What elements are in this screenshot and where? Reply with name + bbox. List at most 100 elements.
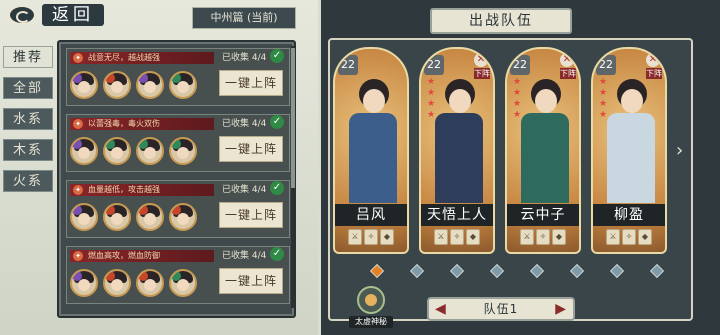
element-icon: ✦ — [73, 53, 83, 63]
equipment-slot[interactable]: ◆ — [380, 229, 394, 245]
element-icon: ✦ — [73, 251, 83, 261]
chapter-selector[interactable]: 中州篇 (当前) — [192, 7, 296, 29]
avatar[interactable]: ★★★★ — [70, 137, 98, 165]
lineup-group: ✦燃血高攻，燃血防御 已收集 4/4 ✓ ★★★★ ★★★★ ★★★★ ★★★★… — [66, 246, 290, 304]
slot-indicator[interactable] — [369, 263, 385, 279]
hero-level: 22 — [338, 55, 358, 75]
team-selector[interactable]: ◀ 队伍1 ▶ — [427, 297, 575, 321]
arrow-left-icon[interactable]: ◀ — [435, 299, 447, 319]
avatar[interactable]: ★★★★ — [136, 269, 164, 297]
avatar-row: ★★★★ ★★★★ ★★★★ ★★★★ — [70, 199, 202, 235]
tab-recommend[interactable]: 推荐 — [3, 46, 53, 68]
equipment-slot[interactable]: ⚔ — [434, 229, 448, 245]
back-button[interactable]: 返回 — [8, 3, 108, 27]
equipment-slot[interactable]: ⚔ — [520, 229, 534, 245]
hero-card[interactable]: 22 吕风 ⚔ ✧ ◆ — [333, 47, 409, 254]
check-icon: ✓ — [270, 115, 284, 129]
hero-portrait — [433, 79, 485, 203]
tab-wood[interactable]: 木系 — [3, 139, 53, 161]
equipment-slot[interactable]: ⚔ — [606, 229, 620, 245]
hero-level: 22 — [424, 55, 444, 75]
collect-count: 已收集 4/4 — [222, 251, 267, 261]
avatar[interactable]: ★★★★ — [70, 71, 98, 99]
tab-fire[interactable]: 火系 — [3, 170, 53, 192]
close-icon: ✕ — [560, 53, 574, 67]
hero-name: 天悟上人 — [421, 204, 493, 226]
avatar-row: ★★★★ ★★★★ ★★★★ ★★★★ — [70, 67, 202, 103]
element-icon: ✦ — [73, 185, 83, 195]
group-title-banner: ✦ 燃血高攻，燃血防御 — [70, 250, 214, 262]
quick-deploy-button[interactable]: 一键上阵 — [219, 70, 283, 96]
slot-indicator[interactable] — [569, 263, 585, 279]
check-icon: ✓ — [270, 49, 284, 63]
scrollbar-thumb[interactable] — [291, 48, 295, 188]
lineup-group: ✦战意无尽，越战越强 已收集 4/4 ✓ ★★★★ ★★★★ ★★★★ ★★★★… — [66, 48, 290, 106]
skill-label: 太虚神秘 — [349, 316, 393, 328]
check-icon: ✓ — [270, 181, 284, 195]
avatar[interactable]: ★★★★ — [169, 269, 197, 297]
equipment-slot[interactable]: ✧ — [622, 229, 636, 245]
avatar[interactable]: ★★★★ — [136, 71, 164, 99]
team-title: 出战队伍 — [430, 8, 572, 34]
hero-card[interactable]: 22 ★ ★ ★ ★ ✕ 下阵 天悟上人 ⚔ ✧ ◆ — [419, 47, 495, 254]
collect-count: 已收集 4/4 — [222, 185, 267, 195]
avatar[interactable]: ★★★★ — [103, 71, 131, 99]
equipment-slot[interactable]: ⚔ — [348, 229, 362, 245]
avatar[interactable]: ★★★★ — [169, 137, 197, 165]
avatar[interactable]: ★★★★ — [103, 269, 131, 297]
avatar-row: ★★★★ ★★★★ ★★★★ ★★★★ — [70, 265, 202, 301]
arrow-right-icon[interactable]: › — [676, 141, 686, 161]
group-title-banner: ✦ 战意无尽，越战越强 — [70, 52, 214, 64]
tab-all[interactable]: 全部 — [3, 77, 53, 99]
avatar[interactable]: ★★★★ — [136, 137, 164, 165]
slot-indicator[interactable] — [609, 263, 625, 279]
back-swirl-icon — [8, 5, 36, 25]
check-icon: ✓ — [270, 247, 284, 261]
arrow-right-icon[interactable]: ▶ — [555, 299, 567, 319]
equipment-slot[interactable]: ✧ — [364, 229, 378, 245]
lineup-group: ✦以蕾强毒，毒火双伤 已收集 4/4 ✓ ★★★★ ★★★★ ★★★★ ★★★★… — [66, 114, 290, 172]
collect-count: 已收集 4/4 — [222, 53, 267, 63]
slot-indicator[interactable] — [649, 263, 665, 279]
hero-level: 22 — [510, 55, 530, 75]
avatar[interactable]: ★★★★ — [70, 203, 98, 231]
element-icon: ✦ — [73, 119, 83, 129]
avatar[interactable]: ★★★★ — [103, 203, 131, 231]
hero-card[interactable]: 22 ★ ★ ★ ★ ✕ 下阵 云中子 ⚔ ✧ ◆ — [505, 47, 581, 254]
hero-level: 22 — [596, 55, 616, 75]
team-label: 队伍1 — [483, 302, 519, 316]
close-icon: ✕ — [646, 53, 660, 67]
hero-name: 云中子 — [507, 204, 579, 226]
equipment-row: ⚔ ✧ ◆ — [423, 229, 491, 249]
quick-deploy-button[interactable]: 一键上阵 — [219, 136, 283, 162]
hero-card[interactable]: 22 ★ ★ ★ ★ ✕ 下阵 柳盈 ⚔ ✧ ◆ — [591, 47, 667, 254]
quick-deploy-button[interactable]: 一键上阵 — [219, 268, 283, 294]
hero-name: 吕风 — [335, 204, 407, 226]
equipment-slot[interactable]: ✧ — [450, 229, 464, 245]
skill-button[interactable]: 太虚神秘 — [349, 286, 393, 332]
equipment-row: ⚔ ✧ ◆ — [337, 229, 405, 249]
back-label: 返回 — [42, 4, 104, 26]
avatar[interactable]: ★★★★ — [103, 137, 131, 165]
equipment-slot[interactable]: ✧ — [536, 229, 550, 245]
close-icon: ✕ — [474, 53, 488, 67]
equipment-row: ⚔ ✧ ◆ — [509, 229, 577, 249]
hero-name: 柳盈 — [593, 204, 665, 226]
lineup-group: ✦血量越低，攻击越强 已收集 4/4 ✓ ★★★★ ★★★★ ★★★★ ★★★★… — [66, 180, 290, 238]
avatar[interactable]: ★★★★ — [70, 269, 98, 297]
slot-indicator[interactable] — [489, 263, 505, 279]
avatar[interactable]: ★★★★ — [169, 71, 197, 99]
slot-indicator[interactable] — [529, 263, 545, 279]
tab-water[interactable]: 水系 — [3, 108, 53, 130]
quick-deploy-button[interactable]: 一键上阵 — [219, 202, 283, 228]
element-tabs: 推荐 全部 水系 木系 火系 — [3, 46, 53, 201]
slot-indicator[interactable] — [449, 263, 465, 279]
group-title-banner: ✦ 以蕾强毒，毒火双伤 — [70, 118, 214, 130]
avatar[interactable]: ★★★★ — [169, 203, 197, 231]
avatar[interactable]: ★★★★ — [136, 203, 164, 231]
equipment-slot[interactable]: ◆ — [638, 229, 652, 245]
slot-indicator[interactable] — [409, 263, 425, 279]
equipment-slot[interactable]: ◆ — [466, 229, 480, 245]
equipment-slot[interactable]: ◆ — [552, 229, 566, 245]
skill-icon — [357, 286, 385, 314]
